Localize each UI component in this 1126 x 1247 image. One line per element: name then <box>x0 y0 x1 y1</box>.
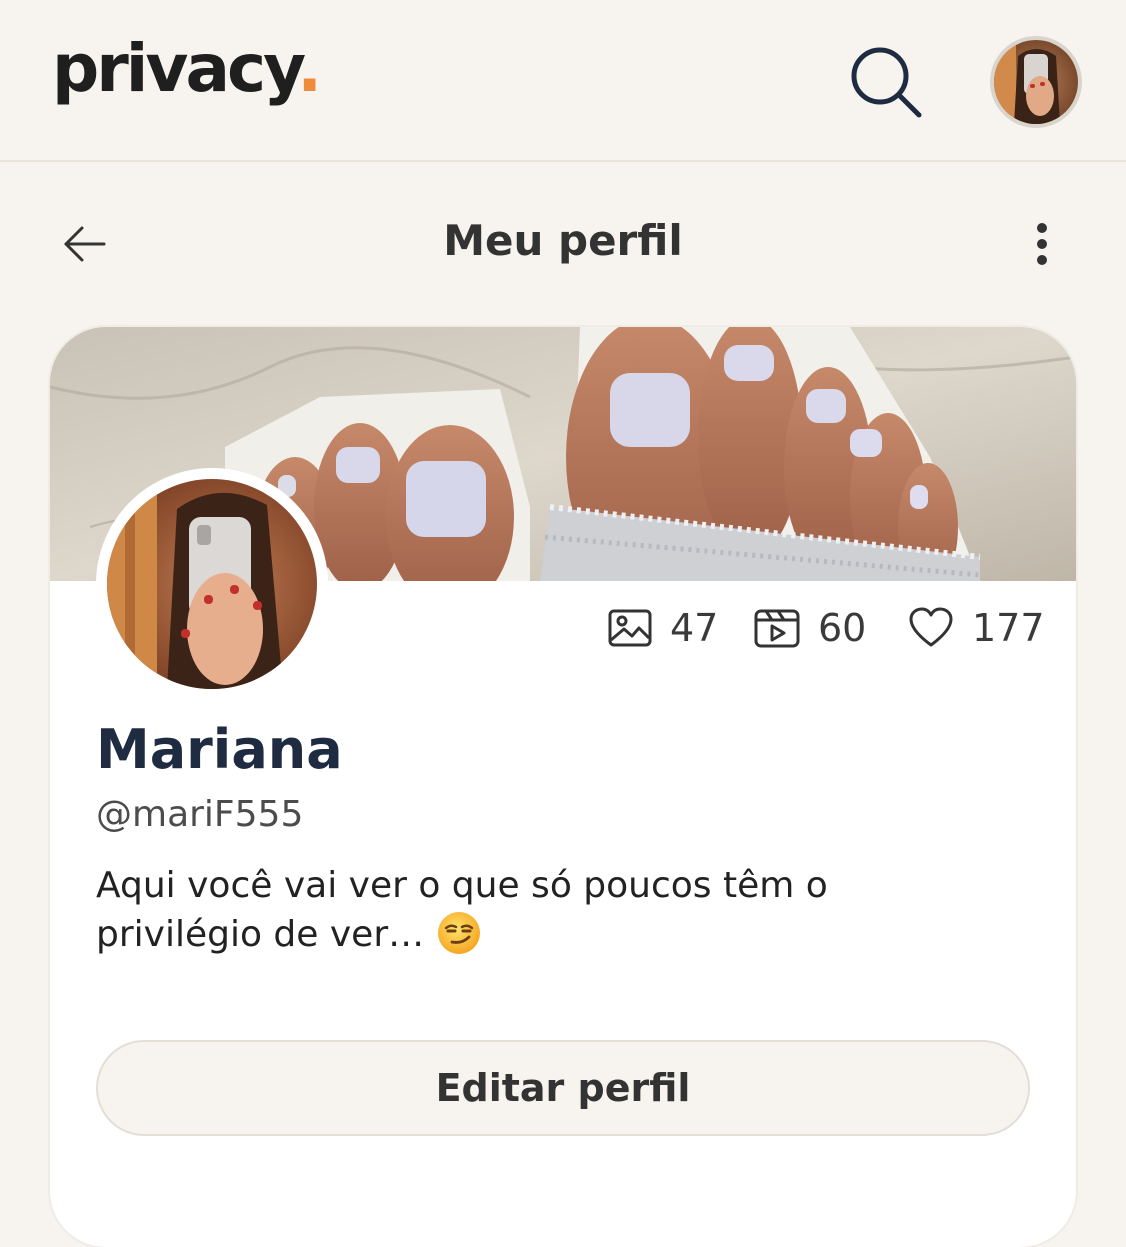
video-icon <box>754 609 800 648</box>
smirking-face-emoji <box>437 912 480 954</box>
stat-likes-count: 177 <box>972 606 1045 650</box>
profile-bio: Aqui você vai ver o que só poucos têm o … <box>96 862 976 959</box>
stat-likes[interactable]: 177 <box>908 606 1045 650</box>
profile-handle: @mariF555 <box>96 794 304 835</box>
logo-dot: . <box>297 30 322 107</box>
top-bar: privacy. <box>0 0 1126 162</box>
page-title: Meu perfil <box>443 216 683 265</box>
privacy-logo[interactable]: privacy. <box>52 36 322 102</box>
profile-header: Meu perfil <box>0 196 1126 296</box>
avatar <box>994 40 1078 124</box>
stat-images-count: 47 <box>670 606 719 650</box>
stat-videos-count: 60 <box>818 606 867 650</box>
user-avatar-button[interactable] <box>990 36 1082 128</box>
logo-text: privacy <box>52 30 300 107</box>
edit-profile-button[interactable]: Editar perfil <box>96 1040 1030 1136</box>
more-vertical-icon <box>1037 223 1047 265</box>
profile-name: Mariana <box>96 718 343 781</box>
profile-avatar[interactable] <box>96 468 328 700</box>
heart-icon <box>909 607 953 647</box>
stat-videos[interactable]: 60 <box>754 606 866 650</box>
more-options-button[interactable] <box>1022 218 1062 270</box>
profile-stats: 47 60 177 <box>0 606 1126 660</box>
search-button[interactable] <box>846 44 926 124</box>
image-icon <box>608 609 652 647</box>
search-icon <box>851 47 922 118</box>
stat-images[interactable]: 47 <box>608 606 718 650</box>
